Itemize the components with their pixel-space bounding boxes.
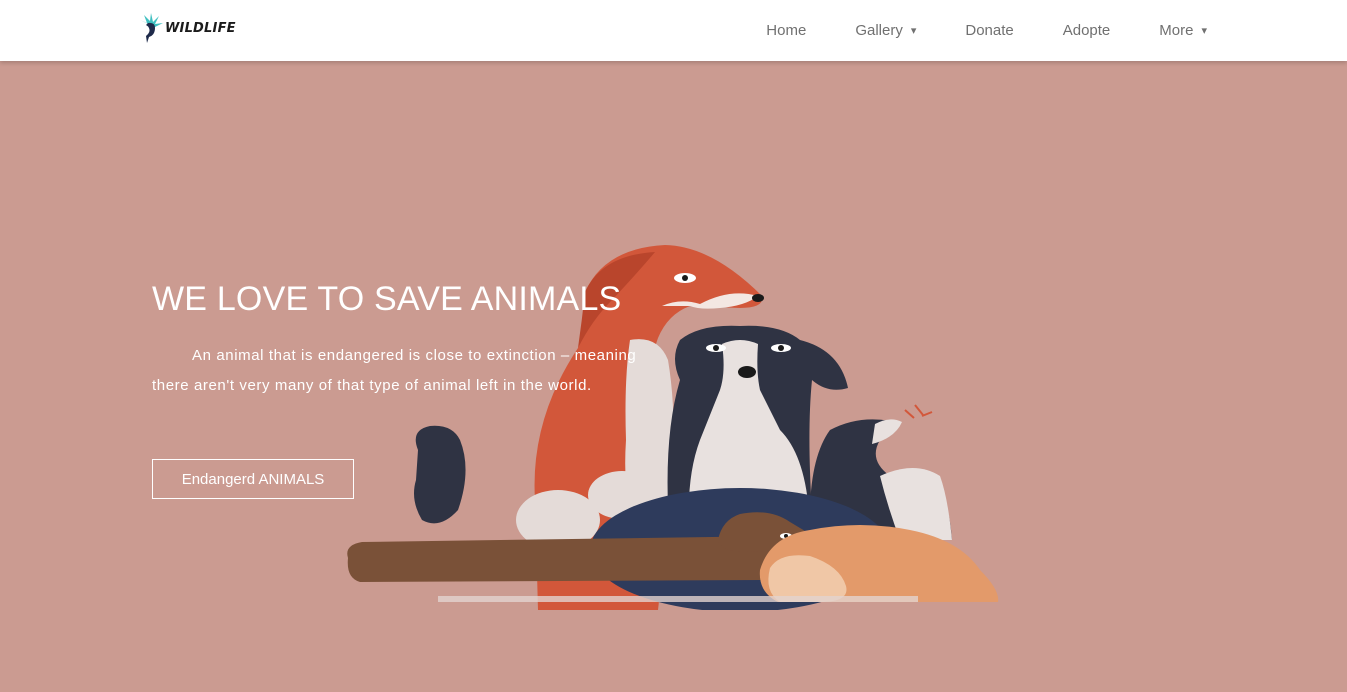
nav-adopte-label: Adopte [1062, 22, 1111, 39]
hero-title: WE LOVE TO SAVE ANIMALS [152, 280, 622, 318]
chevron-down-icon: ▾ [910, 25, 917, 37]
logo-text: WILDLIFE [165, 20, 236, 36]
nav-donate[interactable]: Donate [965, 22, 1013, 39]
nav-gallery-label: Gallery [855, 22, 903, 39]
endangered-animals-button[interactable]: Endangerd ANIMALS [152, 459, 354, 499]
nav-more[interactable]: More ▾ [1159, 22, 1207, 39]
navbar: WILDLIFE Home Gallery ▾ Donate Adopte Mo… [0, 0, 1347, 61]
hero-description: An animal that is endangered is close to… [152, 347, 637, 394]
nav-donate-label: Donate [965, 22, 1014, 39]
nav-home-label: Home [766, 22, 807, 39]
hummingbird-icon [140, 13, 163, 43]
nav-gallery[interactable]: Gallery ▾ [855, 22, 916, 39]
main-nav: Home Gallery ▾ Donate Adopte More ▾ [766, 0, 1207, 61]
nav-more-label: More [1159, 22, 1194, 39]
chevron-down-icon: ▾ [1201, 25, 1207, 37]
site-logo[interactable]: WILDLIFE [138, 12, 236, 44]
nav-adopte[interactable]: Adopte [1063, 22, 1111, 39]
nav-home[interactable]: Home [766, 22, 806, 39]
